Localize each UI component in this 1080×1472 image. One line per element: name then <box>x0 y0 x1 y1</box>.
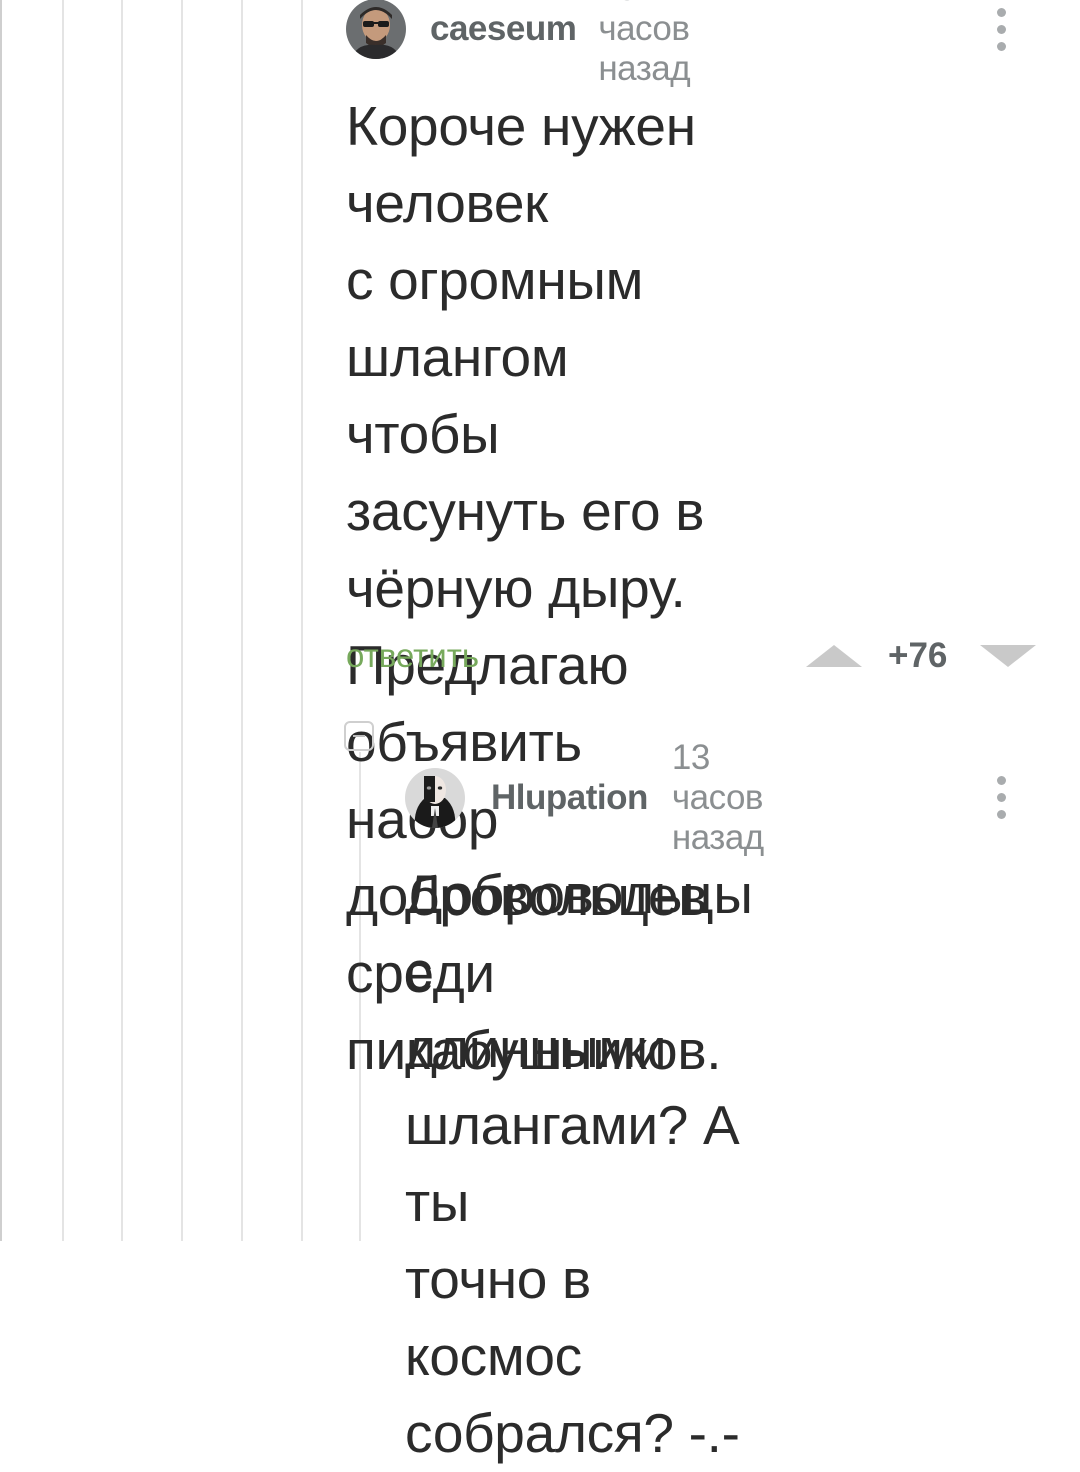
comment-text-line: точно в космос <box>405 1248 591 1387</box>
thread-line <box>181 0 183 1241</box>
more-options-icon[interactable] <box>994 776 1008 827</box>
comment-text-line: собрался? -.- <box>405 1402 740 1464</box>
avatar[interactable] <box>346 0 406 59</box>
thread-line <box>301 0 303 1241</box>
comment-header: caeseum 13 часов назад <box>346 0 691 88</box>
comment-text-line: шлангами? А ты <box>405 1094 740 1233</box>
collapse-thread-button[interactable] <box>344 721 374 751</box>
comment-text-line: чтобы засунуть его в <box>346 403 705 542</box>
thread-line <box>241 0 243 1241</box>
upvote-icon[interactable] <box>806 645 862 667</box>
rating: +76 <box>888 636 948 675</box>
avatar-image <box>346 0 406 59</box>
thread-line <box>62 0 64 1241</box>
comment-text: Добровольцы с длинными шлангами? А ты то… <box>405 856 753 1472</box>
thread-line <box>121 0 123 1241</box>
reply-link[interactable]: ответить <box>346 637 479 675</box>
comment-text-line: с огромным шлангом <box>346 249 644 388</box>
thread-line <box>0 0 2 1241</box>
username[interactable]: Hlupation <box>491 778 648 818</box>
comment-text-line: Добровольцы с <box>405 863 753 1002</box>
comment-text-line: Короче нужен человек <box>346 95 696 234</box>
downvote-icon[interactable] <box>980 645 1036 667</box>
comment-text-line: чёрную дыру. <box>346 557 686 619</box>
avatar-image <box>405 768 465 828</box>
more-options-icon[interactable] <box>994 8 1008 59</box>
timestamp: 13 часов назад <box>598 0 691 88</box>
username[interactable]: caeseum <box>430 9 577 49</box>
timestamp: 13 часов назад <box>671 738 764 857</box>
comment-header: Hlupation 13 часов назад <box>405 738 764 857</box>
avatar[interactable] <box>405 768 465 828</box>
comment-text-line: длинными <box>405 1017 667 1079</box>
